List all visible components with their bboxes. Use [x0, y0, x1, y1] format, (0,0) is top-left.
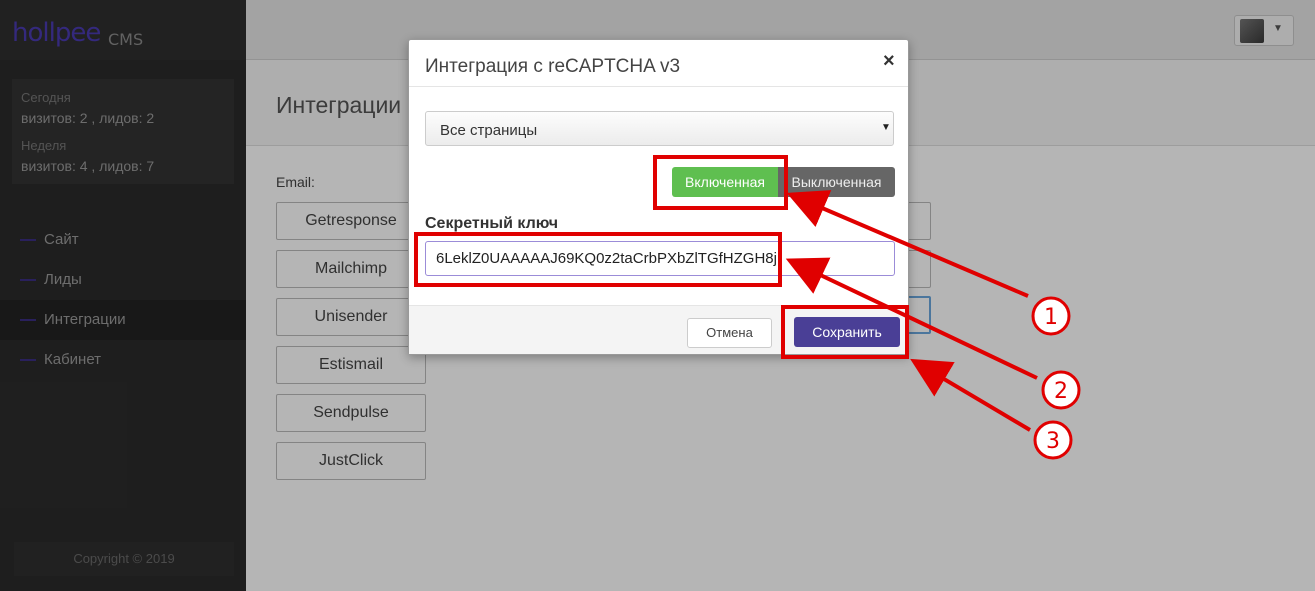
toggle-enabled-button[interactable]: Включенная — [672, 167, 778, 197]
select-value: Все страницы — [440, 122, 538, 139]
modal-title: Интеграция с reCAPTCHA v3 — [425, 56, 681, 77]
save-button[interactable]: Сохранить — [794, 317, 900, 347]
modal-footer: Отмена Сохранить — [409, 305, 908, 354]
toggle-disabled-button[interactable]: Выключенная — [778, 167, 895, 197]
pages-select[interactable]: Все страницы ▼ — [425, 111, 894, 146]
cancel-button[interactable]: Отмена — [687, 318, 772, 348]
select-caret-icon: ▼ — [881, 122, 891, 133]
close-icon[interactable]: × — [883, 50, 895, 73]
recaptcha-modal: Интеграция с reCAPTCHA v3 × Все страницы… — [408, 39, 909, 355]
secret-key-label: Секретный ключ — [425, 215, 559, 232]
modal-header-divider — [409, 86, 908, 87]
secret-key-input[interactable] — [425, 241, 895, 276]
